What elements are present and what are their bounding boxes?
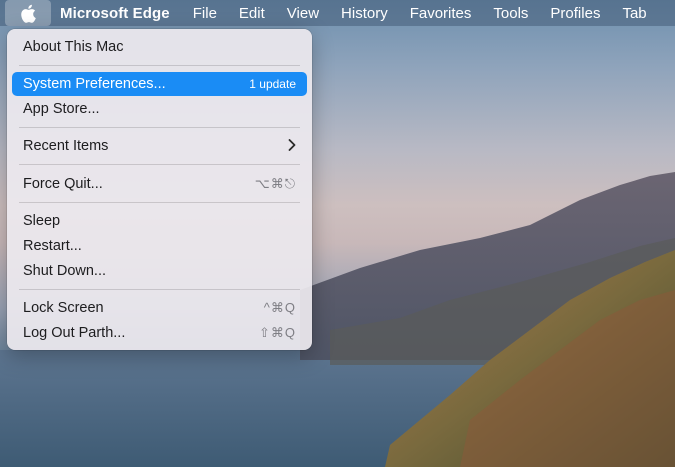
log-out-shortcut: ⇧⌘Q (258, 325, 296, 340)
menubar-history[interactable]: History (341, 5, 388, 22)
menu-item-label: Restart... (23, 238, 82, 254)
menu-item-label: System Preferences... (23, 76, 166, 92)
menubar-edit[interactable]: Edit (239, 5, 265, 22)
menu-item-log-out[interactable]: Log Out Parth... ⇧⌘Q (12, 321, 307, 345)
menu-item-recent-items[interactable]: Recent Items (12, 134, 307, 158)
chevron-right-icon (288, 138, 296, 155)
menubar-app-name[interactable]: Microsoft Edge (60, 5, 170, 22)
menu-item-lock-screen[interactable]: Lock Screen ^⌘Q (12, 296, 307, 320)
menu-bar: Microsoft Edge File Edit View History Fa… (0, 0, 675, 26)
menu-item-label: Log Out Parth... (23, 325, 126, 341)
menu-item-force-quit[interactable]: Force Quit... ⌥⌘⎋ (12, 172, 307, 196)
apple-menu-button[interactable] (5, 0, 51, 26)
menubar-favorites[interactable]: Favorites (410, 5, 472, 22)
lock-screen-shortcut: ^⌘Q (263, 300, 296, 315)
update-badge: 1 update (249, 77, 296, 91)
menu-item-label: Lock Screen (23, 300, 104, 316)
menubar-tab[interactable]: Tab (622, 5, 646, 22)
menu-item-sleep[interactable]: Sleep (12, 209, 307, 233)
menu-separator (19, 65, 300, 66)
force-quit-shortcut: ⌥⌘⎋ (254, 176, 296, 191)
menu-separator (19, 289, 300, 290)
apple-logo-icon (21, 4, 36, 23)
menu-separator (19, 164, 300, 165)
menu-item-about-this-mac[interactable]: About This Mac (12, 35, 307, 59)
menu-separator (19, 127, 300, 128)
menubar-file[interactable]: File (193, 5, 217, 22)
menu-item-restart[interactable]: Restart... (12, 234, 307, 258)
menu-item-label: Force Quit... (23, 176, 103, 192)
menu-item-label: Sleep (23, 213, 61, 229)
menu-item-app-store[interactable]: App Store... (12, 97, 307, 121)
menu-item-label: Shut Down... (23, 263, 107, 279)
menu-item-label: Recent Items (23, 138, 109, 154)
menu-item-shut-down[interactable]: Shut Down... (12, 259, 307, 283)
menubar-tools[interactable]: Tools (493, 5, 528, 22)
menubar-view[interactable]: View (287, 5, 319, 22)
menu-item-label: About This Mac (23, 39, 124, 55)
menu-item-system-preferences[interactable]: System Preferences... 1 update (12, 72, 307, 96)
menu-separator (19, 202, 300, 203)
apple-menu-dropdown: About This Mac System Preferences... 1 u… (7, 29, 312, 350)
menubar-profiles[interactable]: Profiles (550, 5, 600, 22)
menu-item-label: App Store... (23, 101, 100, 117)
